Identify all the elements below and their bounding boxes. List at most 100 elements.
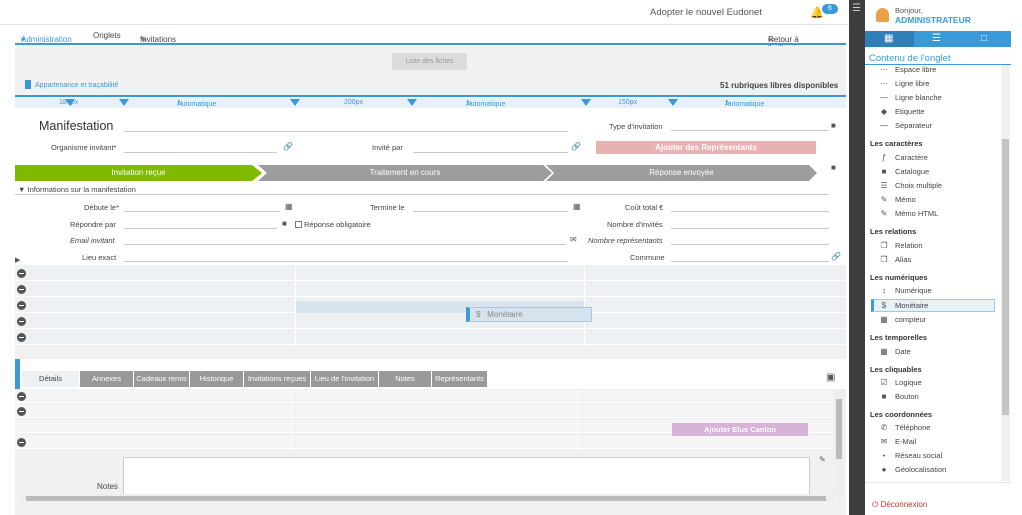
list-item[interactable]: — Séparateur — [879, 121, 932, 130]
tab-lieu[interactable]: Lieu de l'invitation — [311, 371, 378, 387]
scroll-thumb[interactable] — [26, 496, 826, 501]
col1-auto[interactable]: Automatique ↻ — [177, 99, 216, 108]
col3-auto[interactable]: Automatique ↻ — [725, 99, 764, 108]
reponse-oblig-checkbox[interactable]: Réponse obligatoire — [295, 220, 371, 229]
list-item-selected[interactable]: $ Monétaire — [879, 301, 929, 310]
tab-representants[interactable]: Représentants — [432, 371, 487, 387]
hamburger-icon[interactable]: ☰ — [852, 3, 861, 14]
list-item[interactable]: ↕ Numérique — [879, 286, 932, 295]
list-item[interactable]: ▦ Date — [879, 347, 911, 356]
list-item[interactable]: ☑ Logique — [879, 378, 921, 387]
empty-row[interactable] — [15, 266, 846, 281]
list-item[interactable]: ■ Bouton — [879, 392, 919, 401]
repondre-field[interactable] — [124, 228, 277, 229]
list-item[interactable]: ƒ Caractère — [879, 153, 928, 162]
list-item[interactable]: ⋯ Espace libre — [879, 65, 936, 74]
empty-row[interactable] — [15, 330, 846, 345]
grid-icon[interactable]: ▦ — [884, 33, 893, 44]
horizontal-scrollbar[interactable] — [20, 494, 834, 502]
column-marker-icon[interactable] — [407, 99, 417, 106]
remove-row-icon[interactable] — [17, 438, 26, 447]
termine-field[interactable] — [413, 211, 568, 212]
list-item[interactable]: ❐ Relation — [879, 241, 922, 250]
nb-invites-field[interactable] — [671, 228, 829, 229]
tab-cadeaux[interactable]: Cadeaux remis — [134, 371, 189, 387]
column-marker-icon[interactable] — [119, 99, 129, 106]
notification-badge[interactable]: 6 — [822, 4, 838, 14]
expand-arrow-icon[interactable]: ▶ — [15, 256, 20, 264]
remove-row-icon[interactable] — [17, 269, 26, 278]
tab-details[interactable]: Détails — [22, 371, 79, 387]
tab-invitations[interactable]: Invitations reçues — [244, 371, 310, 387]
debute-field[interactable] — [124, 211, 280, 212]
column-marker-icon[interactable] — [668, 99, 678, 106]
list-item[interactable]: ✎ Mémo — [879, 195, 916, 204]
step-invitation-recue[interactable]: Invitation reçue — [15, 165, 262, 181]
detail-row[interactable] — [15, 405, 833, 418]
list-item[interactable]: ✆ Téléphone — [879, 423, 931, 432]
list-item[interactable]: ▦ compteur — [879, 315, 926, 324]
empty-row[interactable] — [15, 282, 846, 297]
cout-field[interactable] — [671, 211, 829, 212]
remove-row-icon[interactable] — [17, 317, 26, 326]
tab-historique[interactable]: Historique — [190, 371, 243, 387]
col2-width[interactable]: 200px — [344, 99, 363, 106]
tab-annexes[interactable]: Annexes — [80, 371, 133, 387]
appartenance-link[interactable]: Appartenance et traçabilité — [25, 80, 118, 89]
organisme-field[interactable] — [124, 152, 277, 153]
col2-auto[interactable]: Automatique ↻ — [466, 99, 505, 108]
col3-width[interactable]: 150px — [618, 99, 637, 106]
list-item[interactable]: — Ligne blanche — [879, 93, 942, 102]
list-item[interactable]: ◆ Etiquette — [879, 107, 925, 116]
invite-par-field[interactable] — [413, 152, 568, 153]
pencil-icon[interactable]: ✎ — [140, 35, 147, 44]
nb-repr-field[interactable] — [671, 244, 829, 245]
list-item[interactable]: ⋯ Ligne libre — [879, 79, 930, 88]
adopt-link[interactable]: Adopter le nouvel Eudonet — [650, 7, 762, 18]
calendar-icon[interactable]: ▦ — [573, 202, 581, 211]
remove-row-icon[interactable] — [17, 285, 26, 294]
remove-row-icon[interactable] — [17, 392, 26, 401]
list-item[interactable]: ❐ Alias — [879, 255, 911, 264]
link-icon[interactable]: 🔗 — [571, 142, 581, 151]
step-traitement[interactable]: Traitement en cours — [258, 165, 552, 181]
list-item[interactable]: ✉ E-Mail — [879, 437, 917, 446]
add-representants-button[interactable]: Ajouter des Représentants — [596, 141, 816, 154]
notes-textarea[interactable] — [123, 457, 810, 497]
remove-row-icon[interactable] — [17, 333, 26, 342]
nav-onglets[interactable]: Onglets — [93, 31, 121, 40]
liste-fiches-button[interactable]: Liste des fiches — [392, 53, 467, 70]
tab-settings-icon[interactable]: ▣ — [826, 372, 835, 383]
commune-field[interactable] — [671, 261, 829, 262]
mail-icon[interactable]: ✉ — [570, 235, 577, 244]
folder-icon[interactable]: ■ — [282, 219, 287, 228]
email-field[interactable] — [124, 244, 566, 245]
vertical-scrollbar[interactable] — [834, 389, 844, 493]
list-icon[interactable]: ☰ — [932, 33, 941, 44]
step-reponse-envoyee[interactable]: Réponse envoyée — [546, 165, 817, 181]
scroll-thumb[interactable] — [1002, 139, 1009, 415]
col1-width[interactable]: 184px — [59, 99, 78, 106]
lieu-field[interactable] — [124, 261, 568, 262]
detail-row[interactable] — [15, 390, 833, 403]
column-marker-icon[interactable] — [290, 99, 300, 106]
user-name[interactable]: ADMINISTRATEUR — [895, 15, 971, 25]
section-header[interactable]: ▼ Informations sur la manifestation — [18, 185, 136, 194]
pencil-icon[interactable]: ✎ — [819, 455, 826, 464]
dragged-monetaire-field[interactable]: $ Monétaire — [466, 307, 592, 322]
list-item[interactable]: ✎ Mémo HTML — [879, 209, 939, 218]
page-title[interactable]: Manifestation — [39, 119, 113, 133]
folder-icon[interactable]: ■ — [831, 163, 836, 172]
scroll-thumb[interactable] — [836, 399, 842, 459]
column-marker-icon[interactable] — [581, 99, 591, 106]
detail-row[interactable] — [15, 436, 833, 449]
list-item[interactable]: ■ Catalogue — [879, 167, 930, 176]
window-icon[interactable]: □ — [981, 33, 987, 44]
type-invitation-field[interactable] — [671, 130, 829, 131]
checkbox-icon[interactable] — [295, 221, 302, 228]
tab-notes[interactable]: Notes — [379, 371, 431, 387]
remove-row-icon[interactable] — [17, 301, 26, 310]
calendar-icon[interactable]: ▦ — [285, 202, 293, 211]
add-elus-canton-button[interactable]: Ajouter Elus Canton — [672, 423, 808, 436]
list-item[interactable]: ⋆ Réseau social — [879, 451, 942, 460]
